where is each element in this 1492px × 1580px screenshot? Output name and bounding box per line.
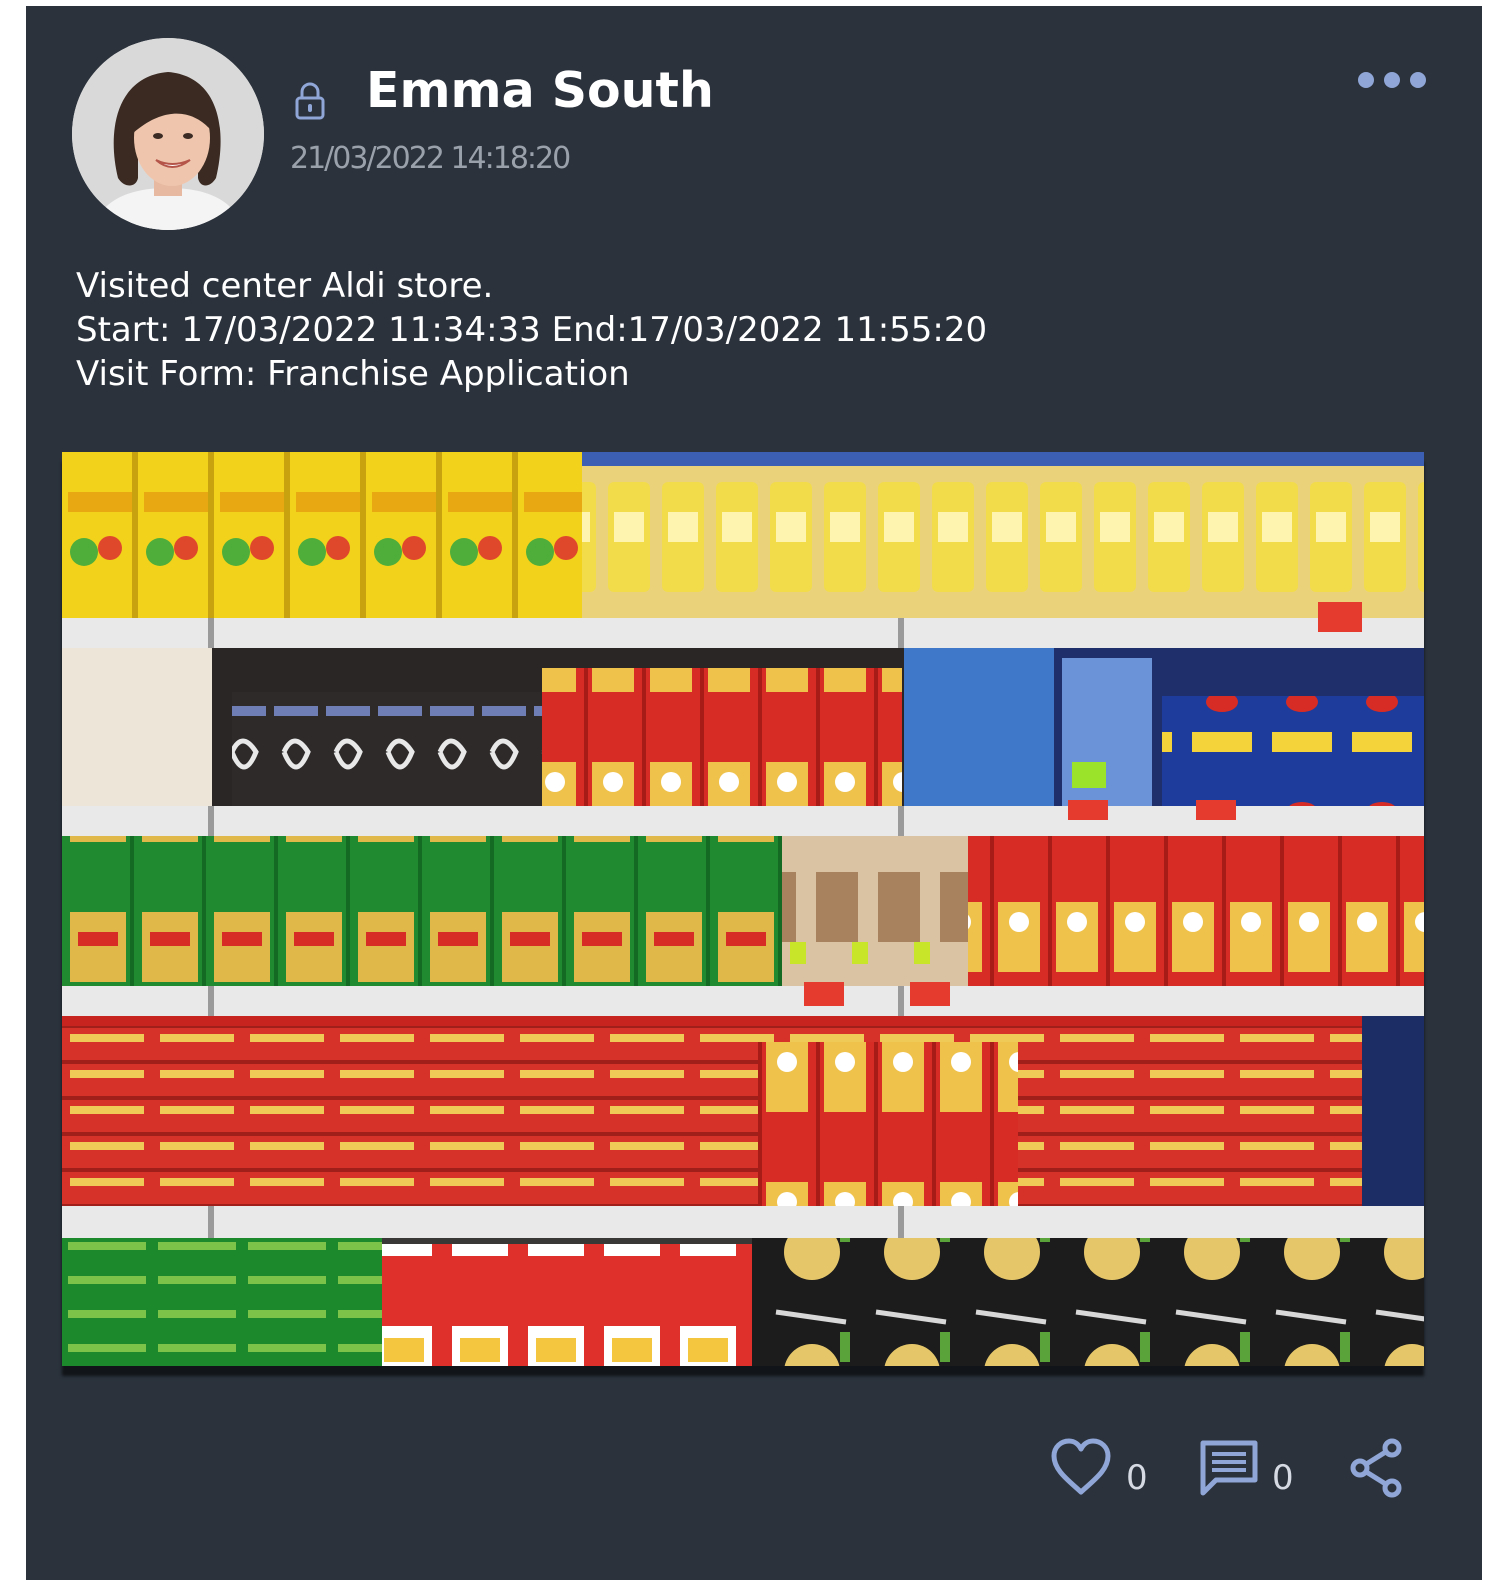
author-name[interactable]: Emma South (366, 62, 714, 119)
more-dots-icon[interactable] (1356, 68, 1428, 92)
comment-count: 0 (1272, 1458, 1294, 1498)
post-card: Emma South 21/03/2022 14:18:20 Visited c… (26, 6, 1482, 1580)
post-body-line: Visited center Aldi store. (76, 266, 494, 306)
post-body-line: Start: 17/03/2022 11:34:33 End:17/03/202… (76, 310, 988, 350)
comment-button[interactable] (1198, 1438, 1260, 1498)
post-body: Visited center Aldi store. Start: 17/03/… (76, 264, 987, 396)
share-button[interactable] (1348, 1438, 1404, 1498)
post-body-line: Visit Form: Franchise Application (76, 354, 630, 394)
supermarket-shelf-photo (62, 452, 1424, 1366)
heart-icon (1051, 1438, 1111, 1495)
comment-icon (1200, 1440, 1258, 1496)
like-count: 0 (1126, 1458, 1148, 1498)
post-photo[interactable] (62, 452, 1424, 1366)
avatar[interactable] (72, 38, 264, 230)
like-button[interactable] (1050, 1438, 1112, 1498)
avatar-portrait (72, 38, 264, 230)
post-timestamp: 21/03/2022 14:18:20 (290, 141, 571, 176)
lock-icon (294, 80, 326, 120)
share-icon (1350, 1438, 1402, 1498)
